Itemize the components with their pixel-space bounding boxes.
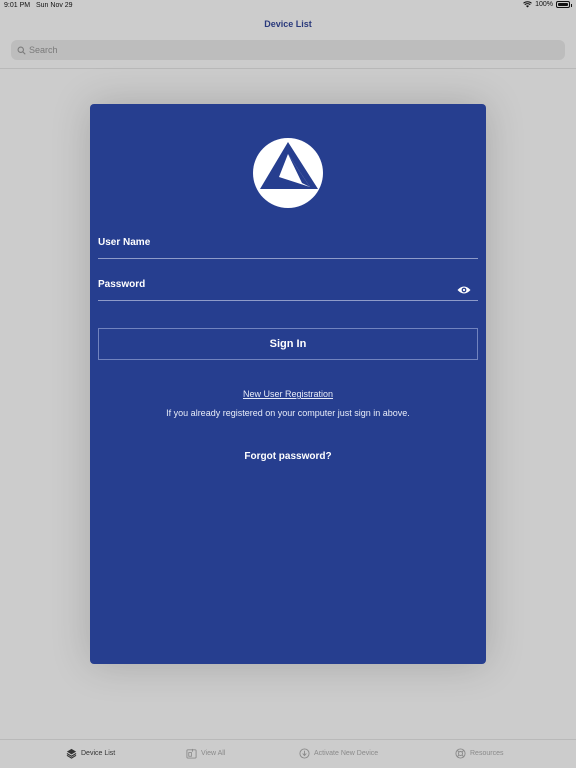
wifi-icon — [523, 1, 532, 8]
tab-activate-new-device[interactable]: Activate New Device — [299, 748, 378, 759]
status-right: 100% — [523, 1, 572, 8]
tab-resources[interactable]: Resources — [455, 748, 503, 759]
brand-logo-icon — [253, 138, 323, 208]
activate-icon — [299, 748, 310, 759]
sign-in-button[interactable]: Sign In — [98, 328, 478, 360]
username-underline — [98, 258, 478, 259]
tab-label: View All — [201, 750, 226, 757]
tab-label: Activate New Device — [314, 750, 379, 757]
eye-icon[interactable] — [457, 285, 471, 295]
page-title: Device List — [264, 19, 312, 29]
status-time: 9:01 PM — [4, 2, 31, 9]
new-user-registration-link[interactable]: New User Registration — [90, 389, 486, 399]
status-date: Sun Nov 29 — [36, 2, 73, 9]
battery-percent: 100% — [535, 1, 553, 8]
lifebuoy-icon — [455, 748, 466, 759]
search-bar[interactable] — [11, 40, 565, 60]
tab-bar: Device List View All Activate New Device… — [0, 739, 576, 768]
username-input[interactable] — [98, 243, 478, 257]
search-input[interactable] — [29, 45, 549, 55]
battery-icon — [556, 1, 572, 8]
password-underline — [98, 300, 478, 301]
login-card: User Name Password Sign In New User Regi… — [90, 104, 486, 664]
header-divider — [0, 68, 576, 69]
view-all-icon — [186, 748, 197, 759]
search-icon — [17, 46, 26, 55]
registration-hint-text: If you already registered on your comput… — [166, 408, 410, 418]
status-bar: 9:01 PM Sun Nov 29 100% — [0, 0, 576, 12]
layers-icon — [66, 748, 77, 759]
tab-label: Device List — [81, 750, 116, 757]
password-input[interactable] — [98, 284, 453, 298]
forgot-password-link[interactable]: Forgot password? — [90, 451, 486, 462]
tab-device-list[interactable]: Device List — [66, 748, 115, 759]
tab-label: Resources — [470, 750, 504, 757]
tab-view-all[interactable]: View All — [186, 748, 225, 759]
